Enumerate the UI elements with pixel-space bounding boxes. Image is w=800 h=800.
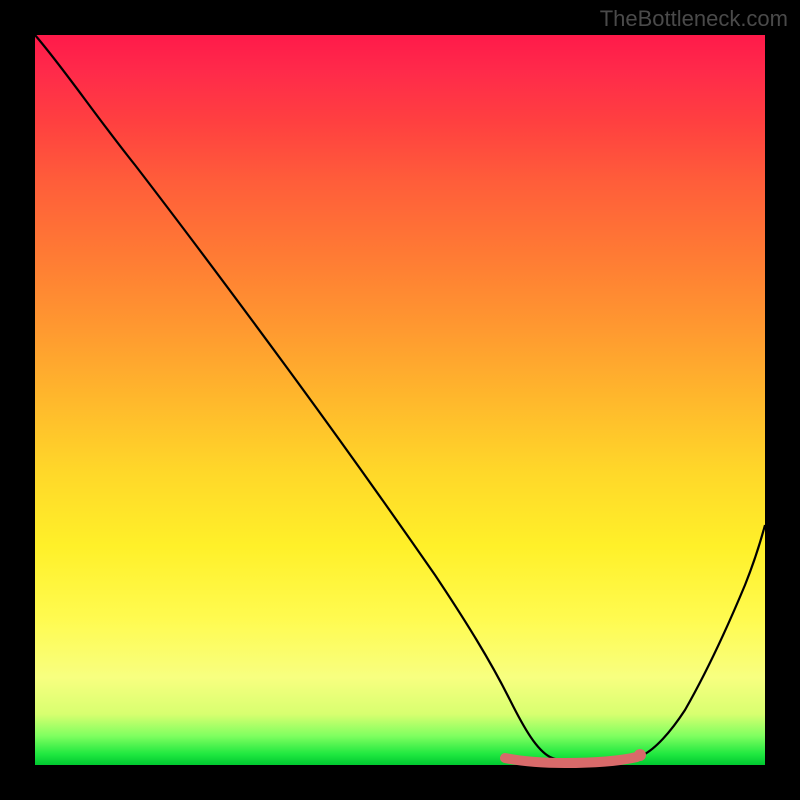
bottleneck-curve	[35, 35, 765, 763]
chart-svg	[35, 35, 765, 765]
chart-plot-area	[35, 35, 765, 765]
attribution-text: TheBottleneck.com	[600, 6, 788, 32]
optimal-flat-region	[505, 757, 637, 763]
optimal-point-marker	[634, 749, 646, 761]
